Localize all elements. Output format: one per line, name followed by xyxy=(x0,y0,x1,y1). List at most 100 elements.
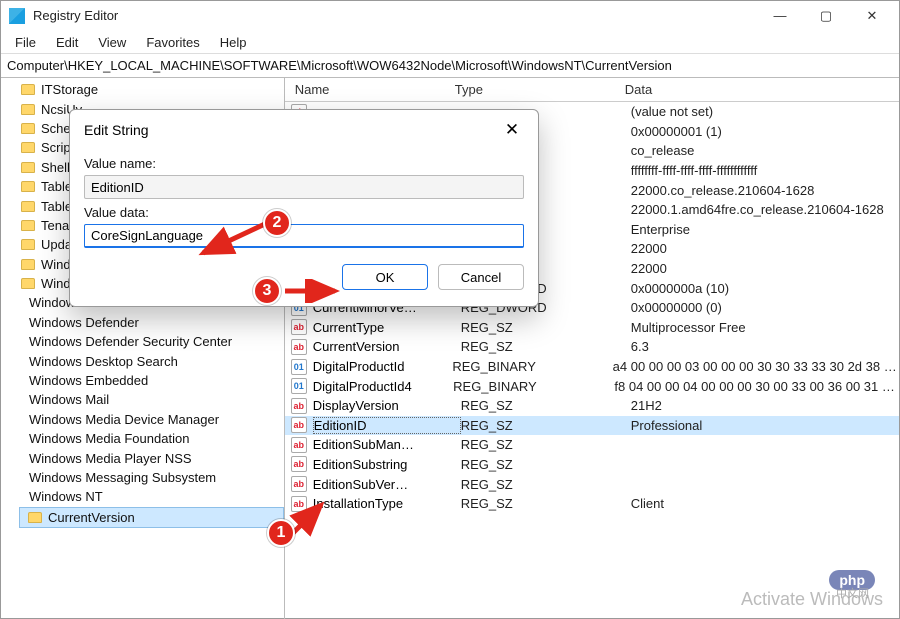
list-row[interactable]: 01 DigitalProductId4REG_BINARYf8 04 00 00… xyxy=(285,376,899,396)
cell-name: DigitalProductId4 xyxy=(313,379,453,394)
tree-item-label: ITStorage xyxy=(41,82,98,97)
minimize-button[interactable]: — xyxy=(757,1,803,31)
value-data-label: Value data: xyxy=(84,205,524,220)
cell-type: REG_SZ xyxy=(461,418,631,433)
menu-edit[interactable]: Edit xyxy=(46,33,88,52)
cancel-button[interactable]: Cancel xyxy=(438,264,524,290)
cell-type: REG_BINARY xyxy=(453,379,614,394)
cell-name: CurrentType xyxy=(313,320,461,335)
menu-help[interactable]: Help xyxy=(210,33,257,52)
col-type[interactable]: Type xyxy=(455,82,625,97)
tree-item-label: Windows Media Player NSS xyxy=(29,451,192,466)
cell-data: 22000 xyxy=(631,241,899,256)
list-row[interactable]: abCurrentTypeREG_SZMultiprocessor Free xyxy=(285,318,899,338)
folder-icon xyxy=(28,512,42,523)
dialog-title: Edit String xyxy=(84,122,498,138)
cell-data: Multiprocessor Free xyxy=(631,320,899,335)
tree-item[interactable]: Windows Media Foundation xyxy=(1,429,284,448)
list-row[interactable]: abEditionIDREG_SZProfessional xyxy=(285,416,899,436)
close-button[interactable]: ✕ xyxy=(849,1,895,31)
cell-type: REG_SZ xyxy=(461,496,631,511)
address-bar[interactable]: Computer\HKEY_LOCAL_MACHINE\SOFTWARE\Mic… xyxy=(1,53,899,78)
tree-item[interactable]: Windows Embedded xyxy=(1,371,284,390)
cell-data: 21H2 xyxy=(631,398,899,413)
menu-view[interactable]: View xyxy=(88,33,136,52)
col-name[interactable]: Name xyxy=(285,82,455,97)
list-header: Name Type Data xyxy=(285,78,899,102)
tree-item-label: Windows Defender Security Center xyxy=(29,334,232,349)
string-value-icon: ab xyxy=(291,476,307,492)
menu-favorites[interactable]: Favorites xyxy=(136,33,209,52)
cell-data: Professional xyxy=(631,418,899,433)
tree-item-label: Shell xyxy=(41,160,70,175)
string-value-icon: ab xyxy=(291,319,307,335)
list-row[interactable]: abInstallationTypeREG_SZClient xyxy=(285,494,899,514)
tree-item[interactable]: Windows Messaging Subsystem xyxy=(1,468,284,487)
binary-value-icon: 01 xyxy=(291,378,307,394)
folder-icon xyxy=(21,142,35,153)
annotation-badge-2: 2 xyxy=(263,209,291,237)
tree-item[interactable]: Windows Defender Security Center xyxy=(1,332,284,351)
window-titlebar: Registry Editor — ▢ ✕ xyxy=(1,1,899,31)
cell-name: CurrentVersion xyxy=(313,339,461,354)
cell-data: 0x00000000 (0) xyxy=(631,300,899,315)
folder-icon xyxy=(21,201,35,212)
cell-type: REG_SZ xyxy=(461,398,631,413)
annotation-arrow-3 xyxy=(283,279,343,303)
list-row[interactable]: 01DigitalProductIdREG_BINARYa4 00 00 00 … xyxy=(285,357,899,377)
folder-icon xyxy=(9,336,23,347)
cell-name: EditionSubVer… xyxy=(313,477,461,492)
cell-data: ffffffff-ffff-ffff-ffff-ffffffffffff xyxy=(631,163,899,178)
string-value-icon: ab xyxy=(291,398,307,414)
value-name-input[interactable] xyxy=(84,175,524,199)
folder-icon xyxy=(9,491,23,502)
cell-name: InstallationType xyxy=(313,496,461,511)
tree-item-label: Windows Embedded xyxy=(29,373,148,388)
folder-icon xyxy=(21,259,35,270)
list-row[interactable]: abEditionSubstringREG_SZ xyxy=(285,455,899,475)
tree-item-label: Windows Media Foundation xyxy=(29,431,189,446)
php-logo-sub: 中文网 xyxy=(836,585,869,601)
cell-data: 6.3 xyxy=(631,339,899,354)
cell-data: 0x0000000a (10) xyxy=(631,281,899,296)
cell-data: f8 04 00 00 04 00 00 00 30 00 33 00 36 0… xyxy=(614,379,899,394)
tree-item-label: Windows Messaging Subsystem xyxy=(29,470,216,485)
tree-item[interactable]: Windows Mail xyxy=(1,390,284,409)
cell-type: REG_SZ xyxy=(461,477,631,492)
list-row[interactable]: abCurrentVersionREG_SZ6.3 xyxy=(285,337,899,357)
folder-icon xyxy=(9,414,23,425)
tree-item-label: Windows Defender xyxy=(29,315,139,330)
cell-type: REG_BINARY xyxy=(452,359,612,374)
value-data-input[interactable] xyxy=(84,224,524,248)
folder-icon xyxy=(21,239,35,250)
list-row[interactable]: ab DisplayVersionREG_SZ21H2 xyxy=(285,396,899,416)
tree-item[interactable]: Windows Media Device Manager xyxy=(1,410,284,429)
folder-icon xyxy=(21,84,35,95)
cell-type: REG_SZ xyxy=(461,457,631,472)
tree-item[interactable]: ITStorage xyxy=(13,80,284,99)
list-row[interactable]: abEditionSubMan…REG_SZ xyxy=(285,435,899,455)
cell-name: EditionID xyxy=(313,417,461,434)
app-icon xyxy=(9,8,25,24)
cell-data: 22000 xyxy=(631,261,899,276)
cell-data: (value not set) xyxy=(631,104,899,119)
cell-name: EditionSubstring xyxy=(313,457,461,472)
col-data[interactable]: Data xyxy=(625,82,899,97)
menu-file[interactable]: File xyxy=(5,33,46,52)
ok-button[interactable]: OK xyxy=(342,264,428,290)
binary-value-icon: 01 xyxy=(291,359,307,375)
folder-icon xyxy=(9,356,23,367)
tree-item[interactable]: Windows Defender xyxy=(1,313,284,332)
string-value-icon: ab xyxy=(291,437,307,453)
tree-item[interactable]: Windows Desktop Search xyxy=(1,351,284,370)
tree-item[interactable]: Windows Media Player NSS xyxy=(1,448,284,467)
list-row[interactable]: ab EditionSubVer…REG_SZ xyxy=(285,474,899,494)
string-value-icon: ab xyxy=(291,339,307,355)
cell-data: 0x00000001 (1) xyxy=(631,124,899,139)
tree-item[interactable]: CurrentVersion xyxy=(19,507,284,528)
cell-name: DisplayVersion xyxy=(313,398,461,413)
dialog-titlebar[interactable]: Edit String ✕ xyxy=(70,110,538,146)
maximize-button[interactable]: ▢ xyxy=(803,1,849,31)
dialog-close-icon[interactable]: ✕ xyxy=(498,120,526,140)
tree-item[interactable]: Windows NT xyxy=(1,487,284,506)
